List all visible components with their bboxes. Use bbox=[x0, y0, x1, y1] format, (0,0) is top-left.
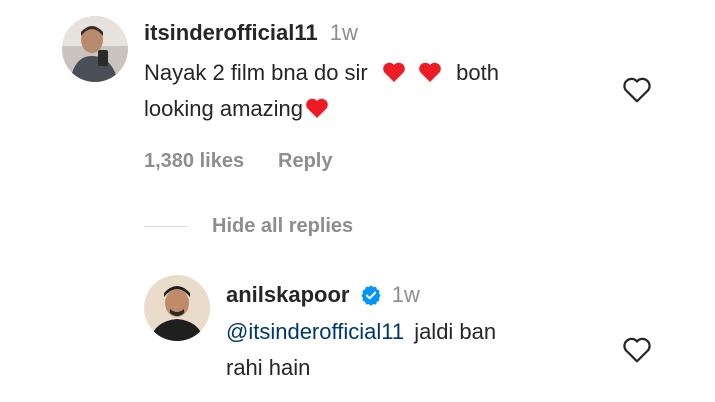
comment-text-line2: looking amazing bbox=[144, 96, 329, 125]
comment-time: 1w bbox=[329, 20, 358, 45]
comment-text-a: Nayak 2 film bna do sir bbox=[144, 60, 368, 85]
commenter-username[interactable]: itsinderofficial11 bbox=[144, 20, 318, 45]
red-heart-emoji-icon bbox=[418, 61, 442, 89]
replier-username[interactable]: anilskapoor bbox=[226, 282, 349, 307]
commenter-avatar[interactable] bbox=[62, 16, 128, 82]
comment-header: itsinderofficial11 1w bbox=[144, 20, 358, 46]
comment-text-line1: Nayak 2 film bna do sir both bbox=[144, 60, 499, 89]
reply-text-b: rahi hain bbox=[226, 355, 311, 380]
replier-avatar[interactable] bbox=[144, 275, 210, 341]
red-heart-emoji-icon bbox=[382, 61, 406, 89]
reply-button[interactable]: Reply bbox=[278, 150, 332, 173]
mention-link[interactable]: @itsinderofficial11 bbox=[226, 319, 404, 344]
reply-text-line2: rahi hain bbox=[226, 355, 310, 381]
reply-text-line1: @itsinderofficial11 jaldi ban bbox=[226, 319, 496, 345]
red-heart-emoji-icon bbox=[305, 97, 329, 125]
replies-divider-line bbox=[144, 226, 188, 227]
comment-like-heart-icon[interactable] bbox=[622, 76, 652, 109]
reply-header: anilskapoor 1w bbox=[226, 282, 420, 312]
reply-text-a: jaldi ban bbox=[414, 319, 497, 344]
verified-badge-icon bbox=[360, 284, 382, 312]
comment-likes-count[interactable]: 1,380 likes bbox=[144, 150, 244, 173]
reply-like-heart-icon[interactable] bbox=[622, 336, 652, 369]
comment-text-b: both bbox=[456, 60, 499, 85]
comment-text-c: looking amazing bbox=[144, 96, 303, 121]
hide-all-replies-button[interactable]: Hide all replies bbox=[212, 215, 353, 238]
reply-time: 1w bbox=[391, 282, 420, 307]
